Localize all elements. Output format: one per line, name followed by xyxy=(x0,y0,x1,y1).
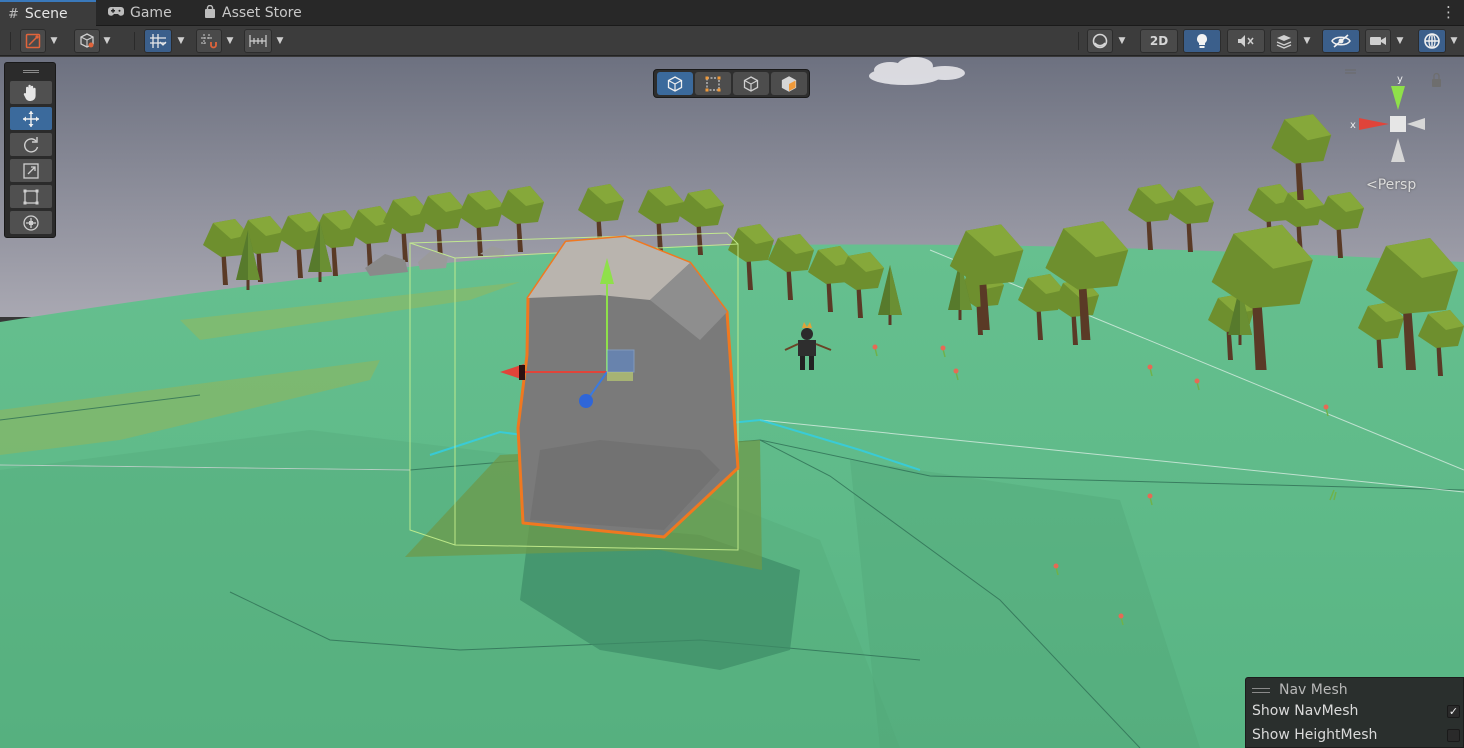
pivot-dropdown[interactable]: ▼ xyxy=(46,29,62,53)
effects-toggle-button[interactable] xyxy=(1270,29,1298,53)
increment-snap-button[interactable] xyxy=(196,29,222,53)
tab-game-label: Game xyxy=(130,5,172,21)
tab-scene-label: Scene xyxy=(24,6,68,22)
tools-palette xyxy=(4,62,56,238)
scene-render xyxy=(0,57,1464,748)
rotate-icon xyxy=(24,136,39,153)
rect-transform-icon xyxy=(23,189,39,204)
camera-settings-button[interactable] xyxy=(1365,29,1391,53)
move-tool-button[interactable] xyxy=(10,107,52,130)
light-bulb-icon xyxy=(1197,34,1207,48)
shading-mode-dropdown[interactable]: ▼ xyxy=(1114,29,1130,53)
face-select-mode-button[interactable] xyxy=(771,72,807,95)
hand-icon xyxy=(23,84,36,101)
tab-scene[interactable]: # Scene xyxy=(0,0,96,26)
object-mode-dropdown[interactable]: ▼ xyxy=(99,29,115,53)
vertex-select-icon xyxy=(705,76,721,91)
2d-toggle-button[interactable]: 2D xyxy=(1140,29,1178,53)
pivot-icon xyxy=(25,33,41,49)
show-heightmesh-row[interactable]: Show HeightMesh xyxy=(1252,724,1460,746)
shading-mode-button[interactable] xyxy=(1087,29,1113,53)
camera-icon xyxy=(1370,37,1386,45)
rect-select-mode-button[interactable] xyxy=(695,72,731,95)
transform-tool-button[interactable] xyxy=(10,211,52,234)
move-arrows-icon xyxy=(23,110,39,127)
audio-toggle-button[interactable] xyxy=(1227,29,1265,53)
2d-toggle-label: 2D xyxy=(1149,34,1169,48)
gizmos-toggle-button[interactable] xyxy=(1418,29,1446,53)
nav-mesh-overlay-header[interactable]: Nav Mesh xyxy=(1252,680,1348,700)
magnet-grid-icon xyxy=(201,34,217,49)
palette-grip-icon[interactable] xyxy=(23,70,39,73)
grid-snap-icon xyxy=(150,34,167,48)
projection-toggle[interactable]: <Persp xyxy=(1366,177,1416,193)
gamepad-icon xyxy=(108,6,124,21)
cube-edge-icon xyxy=(743,75,759,92)
ruler-icon xyxy=(249,35,267,47)
editor-tab-bar: # Scene Game Asset Store ⋮ xyxy=(0,0,1464,26)
hand-tool-button[interactable] xyxy=(10,81,52,104)
grid-icon: # xyxy=(8,6,19,22)
scene-toolbar: ▼ ▼ ▼ ▼ ▼ ▼ 2D ▼ ▼ ▼ xyxy=(0,26,1464,56)
effects-dropdown[interactable]: ▼ xyxy=(1299,29,1315,53)
svg-text:x: x xyxy=(1350,120,1356,131)
tab-game[interactable]: Game xyxy=(100,0,190,26)
show-heightmesh-label: Show HeightMesh xyxy=(1252,727,1378,743)
cube-face-icon xyxy=(781,75,797,92)
ruler-dropdown[interactable]: ▼ xyxy=(272,29,288,53)
increment-snap-dropdown[interactable]: ▼ xyxy=(222,29,238,53)
cube-outline-icon xyxy=(667,75,683,92)
rotate-tool-button[interactable] xyxy=(10,133,52,156)
gizmos-dropdown[interactable]: ▼ xyxy=(1446,29,1462,53)
show-navmesh-row[interactable]: Show NavMesh ✓ xyxy=(1252,700,1460,722)
draw-mode-strip xyxy=(653,69,810,98)
gizmo-globe-icon xyxy=(1424,33,1440,49)
nav-mesh-overlay: Nav Mesh Show NavMesh ✓ Show HeightMesh xyxy=(1245,677,1464,748)
ruler-button[interactable] xyxy=(244,29,272,53)
hidden-eye-icon xyxy=(1331,34,1351,48)
scale-tool-button[interactable] xyxy=(10,159,52,182)
show-heightmesh-checkbox[interactable] xyxy=(1447,728,1460,742)
tab-asset-store[interactable]: Asset Store xyxy=(196,0,316,26)
sphere-shading-icon xyxy=(1092,33,1108,49)
camera-settings-dropdown[interactable]: ▼ xyxy=(1392,29,1408,53)
shaded-cube-mode-button[interactable] xyxy=(657,72,693,95)
show-navmesh-checkbox[interactable]: ✓ xyxy=(1447,704,1460,718)
transform-icon xyxy=(23,214,39,231)
grip-icon xyxy=(1252,687,1270,693)
tab-asset-store-label: Asset Store xyxy=(222,5,302,21)
lighting-toggle-button[interactable] xyxy=(1183,29,1221,53)
scale-icon xyxy=(23,162,39,179)
nav-mesh-overlay-title: Nav Mesh xyxy=(1279,682,1348,698)
scene-viewport[interactable]: y x <Persp Nav Mesh Show NavMesh ✓ Show … xyxy=(0,57,1464,748)
bag-icon xyxy=(204,4,216,22)
grid-snap-dropdown[interactable]: ▼ xyxy=(173,29,189,53)
rect-tool-button[interactable] xyxy=(10,185,52,208)
mute-speaker-icon xyxy=(1238,35,1254,47)
show-navmesh-label: Show NavMesh xyxy=(1252,703,1359,719)
more-options-icon[interactable]: ⋮ xyxy=(1441,3,1456,21)
svg-text:y: y xyxy=(1397,74,1403,85)
object-mode-button[interactable] xyxy=(74,29,100,53)
grid-snap-button[interactable] xyxy=(144,29,172,53)
global-toggle-button[interactable] xyxy=(20,29,46,53)
scene-visibility-button[interactable] xyxy=(1322,29,1360,53)
layers-effects-icon xyxy=(1276,35,1292,49)
edge-select-mode-button[interactable] xyxy=(733,72,769,95)
cube-icon xyxy=(80,33,94,48)
